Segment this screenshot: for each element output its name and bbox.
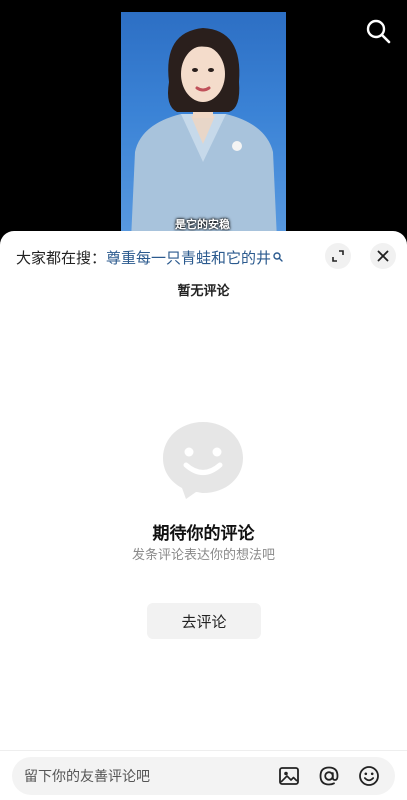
- smiley-chat-bubble-icon: [163, 422, 243, 499]
- empty-state-subtitle: 发条评论表达你的想法吧: [131, 547, 275, 562]
- divider: [0, 750, 407, 751]
- comment-input-bar[interactable]: [12, 757, 395, 795]
- search-button[interactable]: [365, 18, 391, 44]
- hot-search-link[interactable]: 尊重每一只青蛙和它的井: [106, 247, 283, 268]
- hot-search-prefix: 大家都在搜：: [16, 249, 107, 267]
- video-frame[interactable]: 是它的安稳: [121, 12, 286, 240]
- expand-icon: [332, 250, 344, 262]
- close-button[interactable]: [370, 243, 396, 269]
- expand-button[interactable]: [325, 243, 351, 269]
- emoji-icon[interactable]: [358, 765, 380, 787]
- video-subtitle: 是它的安稳: [175, 219, 230, 231]
- comment-input[interactable]: [24, 757, 274, 795]
- search-icon: [366, 19, 391, 44]
- hot-search-bar: 大家都在搜： 尊重每一只青蛙和它的井: [16, 247, 283, 267]
- hot-search-query: 尊重每一只青蛙和它的井: [106, 249, 272, 267]
- empty-state-title: 期待你的评论: [152, 524, 255, 543]
- news-anchor-image: [131, 28, 277, 240]
- no-comments-label: 暂无评论: [177, 283, 230, 298]
- close-icon: [377, 250, 389, 262]
- video-player[interactable]: 是它的安稳: [0, 0, 407, 240]
- comment-sheet: 大家都在搜： 尊重每一只青蛙和它的井 暂无评论 期待你的评论 发条评论表达你的想…: [0, 231, 407, 800]
- magnifier-icon: [273, 252, 283, 262]
- at-icon[interactable]: [318, 765, 340, 787]
- go-comment-button[interactable]: 去评论: [147, 603, 261, 639]
- image-icon[interactable]: [278, 765, 300, 787]
